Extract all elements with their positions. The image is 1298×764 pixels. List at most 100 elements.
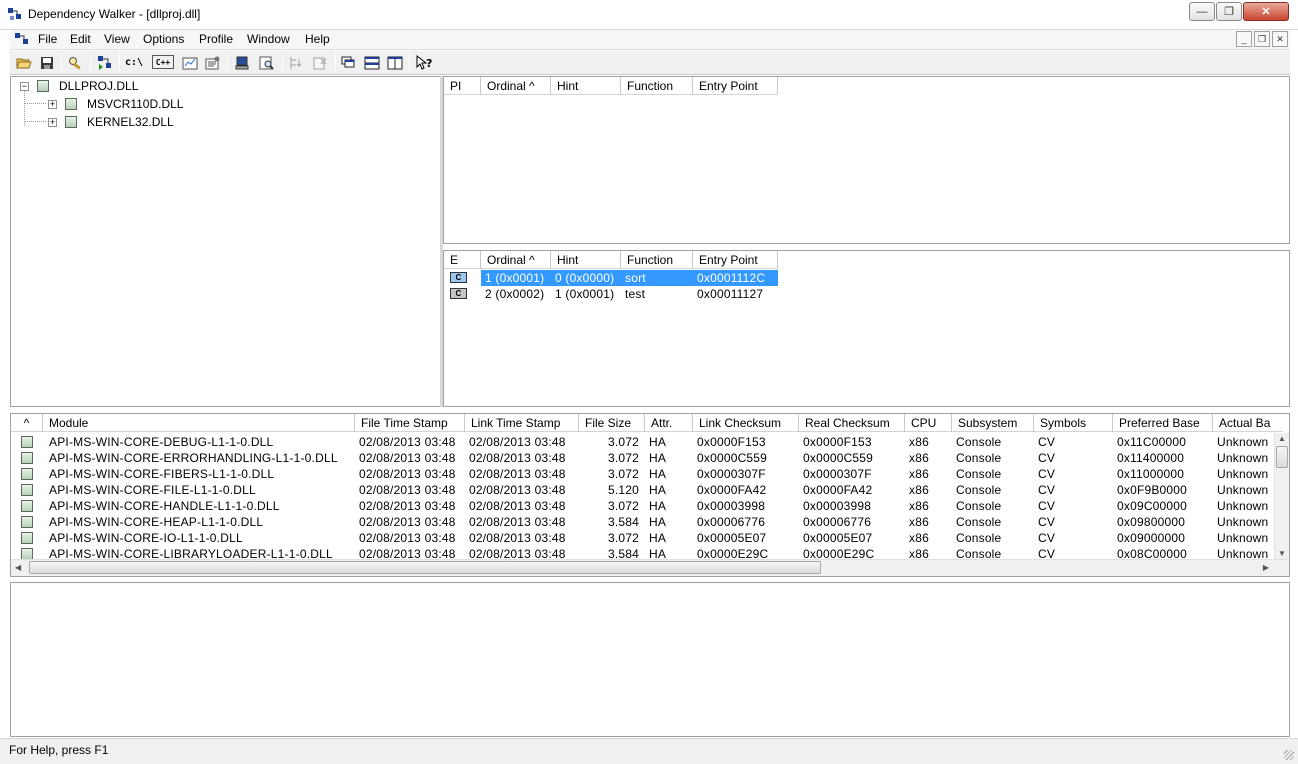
toolbar-separator bbox=[61, 54, 62, 71]
column-header-entry-point[interactable]: Entry Point bbox=[693, 77, 778, 95]
resize-grip[interactable] bbox=[1284, 750, 1294, 760]
column-header-preferred-base[interactable]: Preferred Base bbox=[1113, 414, 1213, 432]
column-header-module[interactable]: Module bbox=[43, 414, 355, 432]
imports-list[interactable]: PI Ordinal ^ Hint Function Entry Point bbox=[443, 76, 1290, 244]
maximize-button[interactable]: ❐ bbox=[1216, 2, 1242, 21]
column-header-sort[interactable]: ^ bbox=[11, 414, 43, 432]
link-time-stamp: 02/08/2013 03:48 bbox=[469, 435, 566, 449]
module-order-button[interactable] bbox=[180, 53, 200, 72]
save-button[interactable] bbox=[37, 53, 57, 72]
expand-icon[interactable]: + bbox=[48, 117, 57, 127]
file-size: 3.072 bbox=[607, 467, 639, 481]
column-header-e[interactable]: E bbox=[444, 251, 481, 269]
menu-help[interactable]: Help bbox=[305, 32, 330, 46]
module-row[interactable]: API-MS-WIN-CORE-FIBERS-L1-1-0.DLL 02/08/2… bbox=[11, 466, 1283, 482]
menu-options[interactable]: Options bbox=[143, 32, 184, 46]
menu-bar: File Edit View Options Profile Window He… bbox=[10, 30, 1290, 50]
scroll-right-icon[interactable]: ▶ bbox=[1263, 563, 1269, 572]
scroll-up-icon[interactable]: ▲ bbox=[1278, 434, 1286, 443]
mdi-minimize-button[interactable]: _ bbox=[1236, 31, 1252, 47]
scroll-down-icon[interactable]: ▼ bbox=[1278, 549, 1286, 558]
module-icon-cell bbox=[11, 530, 43, 546]
module-row[interactable]: API-MS-WIN-CORE-HANDLE-L1-1-0.DLL 02/08/2… bbox=[11, 498, 1283, 514]
tree-node-child[interactable]: + KERNEL32.DLL bbox=[48, 113, 174, 131]
column-header-function[interactable]: Function bbox=[621, 77, 693, 95]
column-header-cpu[interactable]: CPU bbox=[905, 414, 952, 432]
mdi-document-icon[interactable] bbox=[14, 32, 30, 48]
preferred-base: 0x09C00000 bbox=[1117, 499, 1188, 513]
menu-edit[interactable]: Edit bbox=[70, 32, 91, 46]
module-list-horizontal-scrollbar[interactable]: ◀ ▶ bbox=[11, 559, 1289, 576]
cascade-button[interactable] bbox=[339, 53, 359, 72]
export-row-selected[interactable]: C 1 (0x0001) 0 (0x0000) sort 0x0001112C bbox=[444, 270, 778, 286]
minimize-button[interactable]: — bbox=[1189, 2, 1215, 21]
cpu: x86 bbox=[909, 531, 929, 545]
exports-list[interactable]: E Ordinal ^ Hint Function Entry Point C … bbox=[443, 250, 1290, 407]
mdi-restore-button[interactable]: ❐ bbox=[1254, 31, 1270, 47]
export-function: test bbox=[625, 287, 646, 301]
column-header-ordinal[interactable]: Ordinal ^ bbox=[481, 77, 551, 95]
module-dependency-tree[interactable]: − DLLPROJ.DLL + MSVCR110D.DLL + KERNEL32… bbox=[10, 76, 442, 407]
module-row[interactable]: API-MS-WIN-CORE-HEAP-L1-1-0.DLL 02/08/201… bbox=[11, 514, 1283, 530]
module-row[interactable]: API-MS-WIN-CORE-FILE-L1-1-0.DLL 02/08/201… bbox=[11, 482, 1283, 498]
module-row[interactable]: API-MS-WIN-CORE-ERRORHANDLING-L1-1-0.DLL… bbox=[11, 450, 1283, 466]
module-list-vertical-scrollbar[interactable]: ▲ ▼ bbox=[1274, 433, 1289, 559]
column-header-actual-base[interactable]: Actual Ba bbox=[1213, 414, 1283, 432]
tile-vertical-button[interactable] bbox=[385, 53, 405, 72]
file-size: 3.584 bbox=[607, 515, 639, 529]
export-entry-point: 0x00011127 bbox=[697, 287, 764, 301]
open-button[interactable] bbox=[14, 53, 34, 72]
column-header-link-time-stamp[interactable]: Link Time Stamp bbox=[465, 414, 579, 432]
column-header-subsystem[interactable]: Subsystem bbox=[952, 414, 1034, 432]
tree-node-root[interactable]: − DLLPROJ.DLL bbox=[20, 77, 138, 95]
column-header-symbols[interactable]: Symbols bbox=[1034, 414, 1113, 432]
symbols: CV bbox=[1038, 467, 1056, 481]
module-row[interactable]: API-MS-WIN-CORE-IO-L1-1-0.DLL 02/08/2013 … bbox=[11, 530, 1283, 546]
mdi-controls: _ ❐ ✕ bbox=[1236, 31, 1288, 47]
tile-horizontal-button[interactable] bbox=[362, 53, 382, 72]
properties-button[interactable] bbox=[203, 53, 223, 72]
column-header-pi[interactable]: PI bbox=[444, 77, 481, 95]
module-list[interactable]: ^ Module File Time Stamp Link Time Stamp… bbox=[10, 413, 1290, 577]
menu-file[interactable]: File bbox=[38, 32, 57, 46]
autoexpand-button[interactable] bbox=[287, 53, 307, 72]
profile-button[interactable] bbox=[95, 53, 115, 72]
whats-this-button[interactable]: ? bbox=[414, 53, 434, 72]
module-icon-cell bbox=[11, 482, 43, 498]
scroll-left-icon[interactable]: ◀ bbox=[15, 563, 21, 572]
column-header-file-size[interactable]: File Size bbox=[579, 414, 645, 432]
column-header-attr[interactable]: Attr. bbox=[645, 414, 693, 432]
column-header-hint[interactable]: Hint bbox=[551, 77, 621, 95]
column-header-ordinal[interactable]: Ordinal ^ bbox=[481, 251, 551, 269]
subsystem: Console bbox=[956, 515, 1002, 529]
collapse-icon[interactable]: − bbox=[20, 81, 29, 91]
menu-view[interactable]: View bbox=[104, 32, 130, 46]
column-header-real-checksum[interactable]: Real Checksum bbox=[799, 414, 905, 432]
column-header-hint[interactable]: Hint bbox=[551, 251, 621, 269]
column-header-link-checksum[interactable]: Link Checksum bbox=[693, 414, 799, 432]
link-checksum: 0x0000C559 bbox=[697, 451, 768, 465]
column-header-file-time-stamp[interactable]: File Time Stamp bbox=[355, 414, 465, 432]
module-row[interactable]: API-MS-WIN-CORE-DEBUG-L1-1-0.DLL 02/08/20… bbox=[11, 434, 1283, 450]
tree-node-child[interactable]: + MSVCR110D.DLL bbox=[48, 95, 183, 113]
mdi-close-button[interactable]: ✕ bbox=[1272, 31, 1288, 47]
find-button[interactable] bbox=[66, 53, 86, 72]
menu-profile[interactable]: Profile bbox=[199, 32, 233, 46]
log-view[interactable] bbox=[10, 582, 1290, 737]
column-header-entry-point[interactable]: Entry Point bbox=[693, 251, 778, 269]
horizontal-scroll-thumb[interactable] bbox=[29, 561, 821, 574]
view-system-info-button[interactable] bbox=[232, 53, 252, 72]
close-button[interactable]: ✕ bbox=[1243, 2, 1289, 21]
clear-log-button[interactable] bbox=[310, 53, 330, 72]
expand-icon[interactable]: + bbox=[48, 99, 57, 109]
undecorate-cpp-button[interactable]: C++ bbox=[152, 55, 174, 69]
vertical-scroll-thumb[interactable] bbox=[1276, 446, 1288, 468]
column-header-function[interactable]: Function bbox=[621, 251, 693, 269]
module-icon-cell bbox=[11, 434, 43, 450]
full-paths-button[interactable]: c:\ bbox=[124, 53, 144, 72]
menu-window[interactable]: Window bbox=[247, 32, 290, 46]
actual-base: Unknown bbox=[1217, 435, 1269, 449]
export-row[interactable]: C 2 (0x0002) 1 (0x0001) test 0x00011127 bbox=[444, 286, 778, 302]
export-hint: 1 (0x0001) bbox=[555, 287, 615, 301]
external-viewer-button[interactable] bbox=[257, 53, 277, 72]
